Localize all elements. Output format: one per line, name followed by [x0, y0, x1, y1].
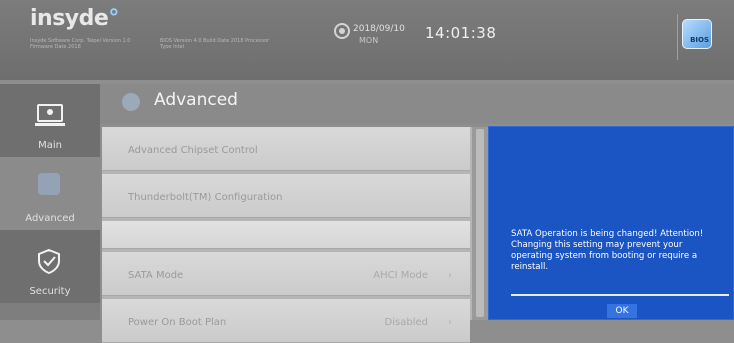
scrollbar-thumb[interactable] — [476, 129, 484, 317]
settings-list: Advanced Chipset Control Thunderbolt(TM)… — [102, 127, 472, 343]
list-item[interactable]: Thunderbolt(TM) Configuration — [102, 174, 470, 218]
bios-icon[interactable]: BIOS — [682, 19, 712, 49]
nav-item-label: Main — [38, 140, 62, 151]
chevron-right-icon: › — [448, 270, 452, 281]
ok-button[interactable]: OK — [607, 304, 637, 318]
dialog-divider — [511, 294, 729, 296]
left-nav: Main Advanced Security — [0, 84, 100, 320]
date-text: 2018/09/10 — [353, 24, 405, 34]
nav-item-main[interactable]: Main — [0, 84, 100, 157]
item-label: Advanced Chipset Control — [128, 145, 258, 156]
list-item[interactable]: SATA Mode AHCI Mode › — [102, 252, 470, 296]
system-info-left: Insyde Software Corp. Taipei Version 1.0… — [30, 38, 131, 50]
nav-item-security[interactable]: Security — [0, 230, 100, 303]
chevron-right-icon: › — [448, 317, 452, 328]
item-value: AHCI Mode — [373, 270, 428, 281]
bios-icon-label: BIOS — [690, 36, 709, 44]
list-item[interactable]: Advanced Chipset Control — [102, 127, 470, 171]
insyde-logo: insyde° — [30, 6, 119, 31]
item-label: Power On Boot Plan — [128, 317, 227, 328]
clock-icon — [334, 23, 350, 39]
list-item — [102, 221, 470, 249]
nav-item-label: Advanced — [25, 213, 75, 224]
scrollbar[interactable] — [472, 127, 488, 320]
header-bar: insyde° Insyde Software Corp. Taipei Ver… — [0, 0, 734, 80]
item-label: SATA Mode — [128, 270, 184, 281]
item-value: Disabled — [384, 317, 428, 328]
page-title: Advanced — [154, 90, 238, 110]
advanced-icon — [122, 93, 140, 111]
day-text: MON — [359, 36, 379, 45]
list-item[interactable]: Power On Boot Plan Disabled › — [102, 299, 470, 343]
header-divider — [677, 14, 678, 60]
shield-icon — [38, 248, 60, 274]
system-info-right: BIOS Version 4.0 Build Date 2018 Process… — [160, 38, 270, 50]
nav-item-label: Security — [29, 286, 71, 297]
time-text: 14:01:38 — [425, 24, 497, 42]
dialog-message: SATA Operation is being changed! Attenti… — [511, 229, 704, 272]
advanced-icon — [38, 173, 60, 195]
nav-item-advanced[interactable]: Advanced — [0, 157, 100, 230]
page-title-bar: Advanced — [100, 84, 734, 124]
monitor-icon — [35, 104, 65, 126]
item-label: Thunderbolt(TM) Configuration — [128, 192, 283, 203]
warning-dialog: SATA Operation is being changed! Attenti… — [488, 126, 734, 320]
